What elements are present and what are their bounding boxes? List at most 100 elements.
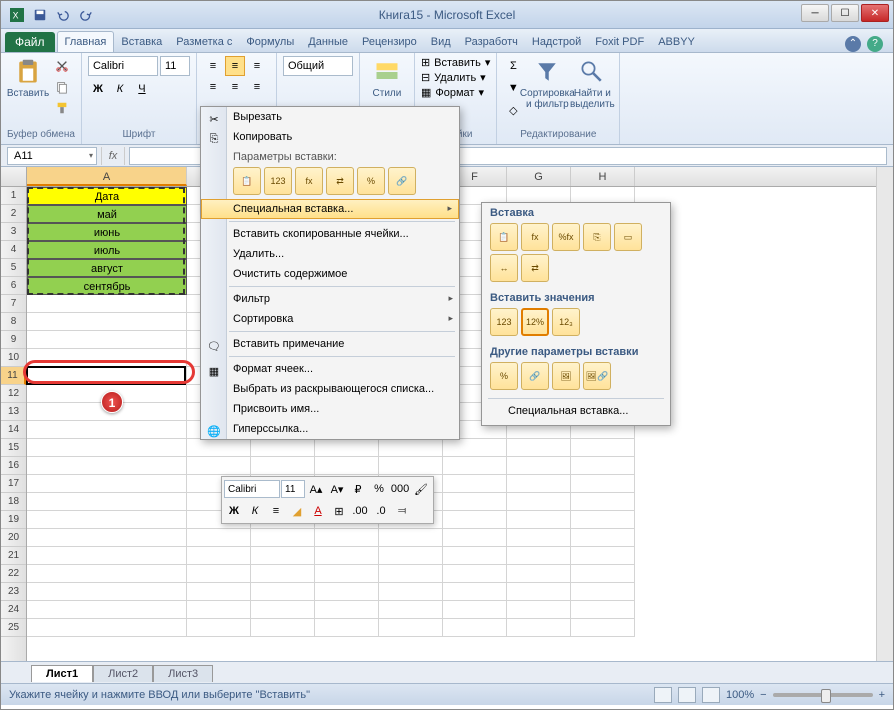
cell[interactable] — [251, 529, 315, 547]
paste-default-icon[interactable]: 📋 — [233, 167, 261, 195]
cell-a3[interactable]: июнь — [27, 223, 187, 241]
sheet-tab-3[interactable]: Лист3 — [153, 665, 213, 682]
view-pagebreak-icon[interactable] — [702, 687, 720, 703]
cells-format-icon[interactable]: ▦ — [421, 86, 431, 99]
cm-copy[interactable]: ⎘Копировать — [201, 127, 459, 147]
mini-money-icon[interactable]: ₽ — [348, 479, 368, 499]
sub-paste-keep-source-icon[interactable]: ⎘ — [583, 223, 611, 251]
mini-bold-icon[interactable]: Ж — [224, 501, 244, 521]
vertical-scrollbar[interactable] — [876, 167, 893, 661]
cell[interactable] — [251, 457, 315, 475]
row-header[interactable]: 22 — [1, 565, 26, 583]
row-header[interactable]: 3 — [1, 223, 26, 241]
cell[interactable] — [379, 529, 443, 547]
mini-comma-icon[interactable]: 000 — [390, 479, 410, 499]
cell[interactable] — [315, 547, 379, 565]
file-tab[interactable]: Файл — [5, 32, 55, 52]
cm-cut[interactable]: ✂Вырезать — [201, 107, 459, 127]
sub-paste-linked-pic-icon[interactable]: 🖼🔗 — [583, 362, 611, 390]
cell[interactable] — [379, 457, 443, 475]
cell[interactable] — [571, 565, 635, 583]
row-header[interactable]: 15 — [1, 439, 26, 457]
close-button[interactable]: ✕ — [861, 4, 889, 22]
view-layout-icon[interactable] — [678, 687, 696, 703]
mini-percent-icon[interactable]: % — [369, 479, 389, 499]
mini-fill-icon[interactable]: ◢ — [287, 501, 307, 521]
cell[interactable] — [571, 493, 635, 511]
name-box[interactable]: A11 — [7, 147, 97, 165]
cells-delete-icon[interactable]: ⊟ — [421, 71, 430, 84]
paste-values-icon[interactable]: 123 — [264, 167, 292, 195]
cell[interactable] — [187, 583, 251, 601]
paste-transpose-icon[interactable]: ⇄ — [326, 167, 354, 195]
mini-format-painter-icon[interactable]: 🖌 — [411, 479, 431, 499]
save-icon[interactable] — [30, 5, 50, 25]
row-header[interactable]: 21 — [1, 547, 26, 565]
cell[interactable] — [507, 457, 571, 475]
row-header[interactable]: 10 — [1, 349, 26, 367]
cell[interactable] — [507, 619, 571, 637]
cell-a2[interactable]: май — [27, 205, 187, 223]
cell[interactable] — [571, 439, 635, 457]
cell[interactable] — [315, 457, 379, 475]
cell[interactable] — [27, 475, 187, 493]
mini-border-icon[interactable]: ⊞ — [329, 501, 349, 521]
cell[interactable] — [315, 439, 379, 457]
sub-paste-formatting-icon[interactable]: % — [490, 362, 518, 390]
zoom-in-icon[interactable]: + — [879, 689, 885, 701]
cell[interactable] — [27, 421, 187, 439]
cell[interactable] — [571, 583, 635, 601]
cm-insert-comment[interactable]: 🗨Вставить примечание — [201, 334, 459, 354]
cell[interactable] — [315, 529, 379, 547]
cell[interactable] — [251, 601, 315, 619]
cell[interactable] — [571, 475, 635, 493]
mini-italic-icon[interactable]: К — [245, 501, 265, 521]
cell[interactable] — [571, 529, 635, 547]
mini-dec-dec-icon[interactable]: .0 — [371, 501, 391, 521]
cell[interactable] — [443, 619, 507, 637]
sub-paste-colwidth-icon[interactable]: ↔ — [490, 254, 518, 282]
row-header[interactable]: 4 — [1, 241, 26, 259]
cm-sort[interactable]: Сортировка — [201, 309, 459, 329]
cell[interactable] — [443, 583, 507, 601]
cell[interactable] — [187, 565, 251, 583]
tab-formulas[interactable]: Формулы — [239, 32, 301, 52]
cell[interactable] — [251, 439, 315, 457]
col-header-a[interactable]: A — [27, 167, 187, 186]
cell[interactable] — [187, 457, 251, 475]
row-header[interactable]: 24 — [1, 601, 26, 619]
cell[interactable] — [27, 529, 187, 547]
row-header[interactable]: 14 — [1, 421, 26, 439]
cell[interactable] — [27, 439, 187, 457]
paste-formulas-icon[interactable]: fx — [295, 167, 323, 195]
tab-insert[interactable]: Вставка — [114, 32, 169, 52]
cell[interactable] — [187, 529, 251, 547]
row-header[interactable]: 11 — [1, 367, 26, 385]
cell[interactable] — [443, 511, 507, 529]
row-header[interactable]: 5 — [1, 259, 26, 277]
row-header[interactable]: 6 — [1, 277, 26, 295]
sheet-tab-1[interactable]: Лист1 — [31, 665, 93, 682]
tab-foxit[interactable]: Foxit PDF — [588, 32, 651, 52]
row-header[interactable]: 23 — [1, 583, 26, 601]
cell[interactable] — [27, 295, 187, 313]
cell[interactable] — [251, 619, 315, 637]
maximize-button[interactable]: ☐ — [831, 4, 859, 22]
cell[interactable] — [27, 493, 187, 511]
cm-delete[interactable]: Удалить... — [201, 244, 459, 264]
minimize-ribbon-icon[interactable]: ⌃ — [845, 36, 861, 52]
tab-addins[interactable]: Надстрой — [525, 32, 588, 52]
row-header[interactable]: 16 — [1, 457, 26, 475]
sheet-tab-2[interactable]: Лист2 — [93, 665, 153, 682]
cell[interactable] — [315, 583, 379, 601]
font-name-box[interactable]: Calibri — [88, 56, 158, 76]
tab-home[interactable]: Главная — [57, 31, 115, 52]
row-header[interactable]: 18 — [1, 493, 26, 511]
cm-format-cells[interactable]: ▦Формат ячеек... — [201, 359, 459, 379]
cell[interactable] — [571, 547, 635, 565]
cell[interactable] — [571, 601, 635, 619]
mini-align-icon[interactable]: ≡ — [266, 501, 286, 521]
cell-a5[interactable]: август — [27, 259, 187, 277]
sub-paste-special-dialog[interactable]: Специальная вставка... — [482, 401, 670, 421]
cell[interactable] — [27, 547, 187, 565]
